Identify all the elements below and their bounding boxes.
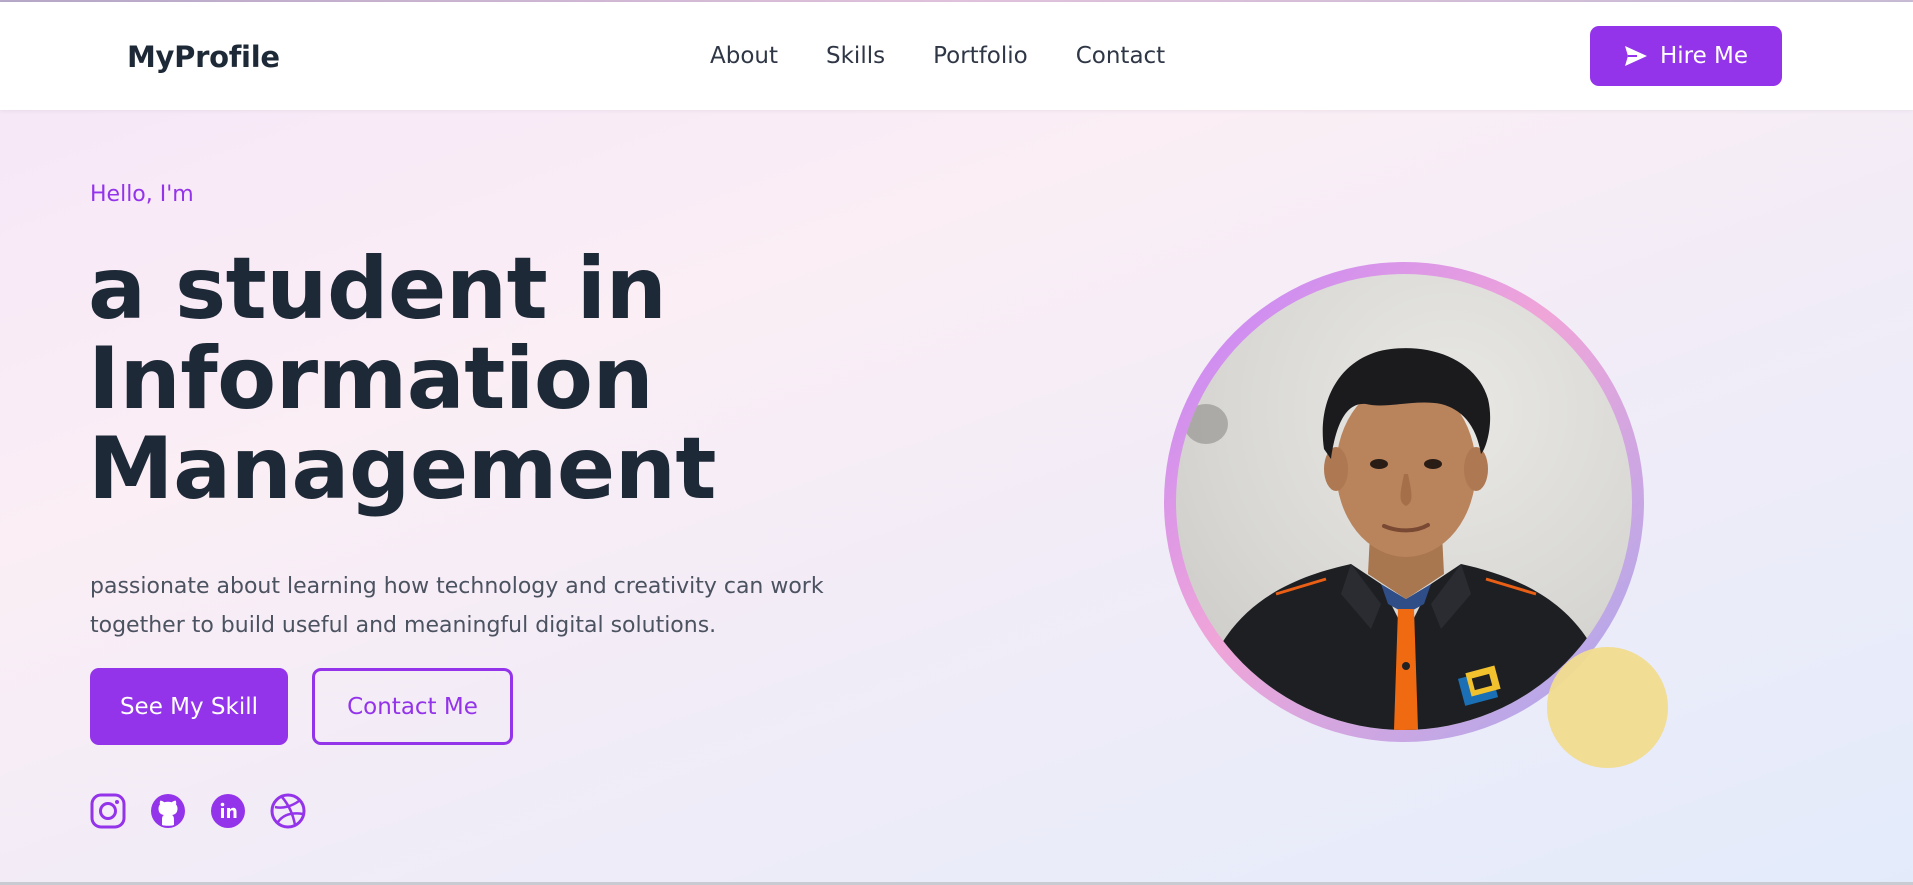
- nav-link-contact[interactable]: Contact: [1076, 43, 1165, 69]
- nav-links: About Skills Portfolio Contact: [710, 43, 1165, 69]
- headline-line-1: a student in: [88, 239, 667, 339]
- github-icon[interactable]: [150, 793, 186, 829]
- dribbble-icon[interactable]: [270, 793, 306, 829]
- instagram-icon[interactable]: [90, 793, 126, 829]
- linkedin-icon[interactable]: [210, 793, 246, 829]
- send-icon: [1624, 45, 1648, 67]
- nav-link-skills[interactable]: Skills: [826, 43, 885, 69]
- hero-headline: a student in Information Management: [88, 244, 848, 514]
- profile-photo: [1176, 274, 1632, 730]
- hire-me-label: Hire Me: [1659, 43, 1749, 69]
- hero-description: passionate about learning how technology…: [90, 574, 824, 638]
- navbar: MyProfile About Skills Portfolio Contact…: [0, 2, 1913, 110]
- greeting-text: Hello, I'm: [90, 182, 194, 207]
- headline-line-3: Management: [88, 419, 717, 519]
- decorative-circle: [1547, 647, 1668, 768]
- nav-link-about[interactable]: About: [710, 43, 778, 69]
- social-links: [90, 793, 306, 829]
- headline-line-2: Information: [88, 329, 654, 429]
- hire-me-button[interactable]: Hire Me: [1590, 26, 1782, 86]
- contact-me-button[interactable]: Contact Me: [312, 668, 513, 745]
- page: MyProfile About Skills Portfolio Contact…: [0, 0, 1913, 885]
- brand-logo[interactable]: MyProfile: [127, 40, 280, 74]
- nav-link-portfolio[interactable]: Portfolio: [933, 43, 1028, 69]
- see-my-skill-button[interactable]: See My Skill: [90, 668, 288, 745]
